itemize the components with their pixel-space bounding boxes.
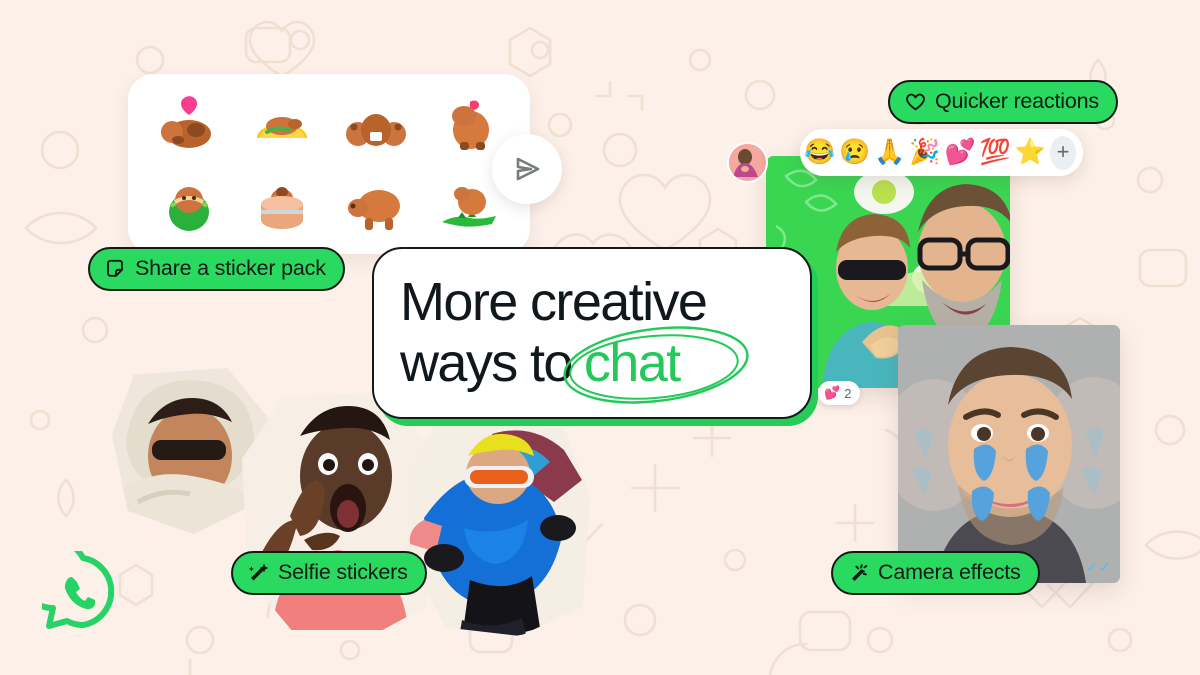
send-button[interactable] <box>492 134 562 204</box>
magic-wand-sparkle-icon <box>847 562 869 584</box>
chip-label: Share a sticker pack <box>135 256 326 280</box>
sticker-capybara-bird[interactable] <box>438 96 500 152</box>
sticker-capybara-hot-tub[interactable] <box>251 176 313 232</box>
whatsapp-logo <box>42 551 115 629</box>
camera-effects-photo-card[interactable]: ✓✓ <box>898 325 1120 583</box>
chip-label: Selfie stickers <box>278 560 408 584</box>
reaction-emoji-0[interactable]: 😂 <box>804 140 835 165</box>
reaction-emoji-2[interactable]: 🙏 <box>874 140 905 165</box>
headline-line-2-prefix: ways to <box>400 333 573 393</box>
avatar[interactable] <box>727 142 768 183</box>
magic-wand-icon <box>247 562 269 584</box>
snowboarder-sticker[interactable] <box>406 424 590 636</box>
quick-reaction-bar[interactable]: 😂 😢 🙏 🎉 💕 💯 ⭐ + <box>800 129 1083 176</box>
headline-highlight-word: chat <box>583 333 681 393</box>
poster-canvas: 💕 2 ✓✓ 😂 😢 🙏 🎉 💕 💯 ⭐ + More creative way… <box>0 0 1200 675</box>
chip-camera-effects[interactable]: Camera effects <box>831 551 1040 595</box>
sticker-grid <box>142 84 516 244</box>
sticker-tray-panel[interactable] <box>128 74 530 254</box>
add-reaction-button[interactable]: + <box>1049 135 1076 170</box>
message-read-ticks: ✓✓ <box>1085 559 1111 576</box>
reaction-emoji-3[interactable]: 🎉 <box>909 140 940 165</box>
reaction-badge-count: 2 <box>844 385 852 401</box>
sticker-capybara-watermelon[interactable] <box>158 176 220 232</box>
reaction-emoji-5[interactable]: 💯 <box>980 140 1011 165</box>
chip-share-a-sticker-pack[interactable]: Share a sticker pack <box>88 247 345 291</box>
heart-outline-icon <box>904 91 926 113</box>
sticker-capybara-crocodile[interactable] <box>438 176 500 232</box>
reaction-emoji-6[interactable]: ⭐ <box>1015 140 1046 165</box>
headline-highlight-wrap: chat <box>563 326 749 404</box>
reaction-emoji-1[interactable]: 😢 <box>839 140 870 165</box>
sticker-capybara-walking[interactable] <box>345 176 407 232</box>
send-icon <box>516 157 540 181</box>
snowboarder-image <box>406 424 590 636</box>
headline-line-2: ways to chat <box>400 326 784 404</box>
man-crying-effect-photo <box>898 325 1120 583</box>
sticker-icon <box>104 258 126 280</box>
reaction-emoji-4[interactable]: 💕 <box>945 140 976 165</box>
avatar-image <box>729 144 762 177</box>
headline-card: More creative ways to chat <box>372 247 812 419</box>
reaction-count-badge[interactable]: 💕 2 <box>818 381 861 405</box>
chip-selfie-stickers[interactable]: Selfie stickers <box>231 551 427 595</box>
chip-label: Camera effects <box>878 560 1021 584</box>
chip-quicker-reactions[interactable]: Quicker reactions <box>888 80 1118 124</box>
sticker-capybara-taco[interactable] <box>251 96 313 152</box>
sticker-capybara-trio[interactable] <box>345 96 407 152</box>
reaction-badge-emoji: 💕 <box>824 385 841 400</box>
sticker-capybara-heart[interactable] <box>158 96 220 152</box>
chip-label: Quicker reactions <box>935 89 1099 113</box>
